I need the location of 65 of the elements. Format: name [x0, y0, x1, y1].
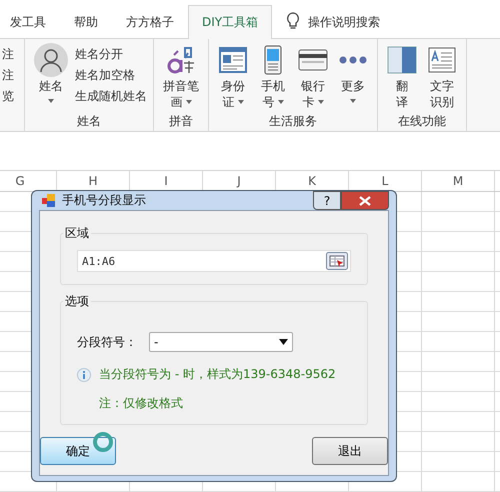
ribbon-button-label: 卡: [302, 94, 314, 110]
ribbon-button-label: 号: [262, 94, 274, 110]
tell-me-search[interactable]: 操作说明搜索: [308, 6, 380, 38]
dialog-button[interactable]: 退出: [312, 437, 388, 465]
translate-icon: [387, 46, 417, 74]
ribbon-item[interactable]: 姓名分开: [75, 45, 147, 63]
close-button[interactable]: [341, 191, 389, 210]
info-icon: [77, 368, 91, 382]
ribbon-button[interactable]: 翻 译: [384, 43, 420, 113]
person-icon: [34, 43, 68, 77]
ribbon-button[interactable]: 姓名: [31, 43, 71, 113]
ribbon-button[interactable]: 拼音笔 画: [160, 43, 202, 113]
ribbon-button-label: 译: [396, 94, 408, 110]
ribbon-button[interactable]: 身份 证: [215, 43, 251, 113]
dialog-title: 手机号分段显示: [62, 192, 146, 209]
ribbon-item[interactable]: 注: [2, 45, 14, 63]
lightbulb-icon: [286, 12, 300, 30]
group-label: 生活服务: [268, 113, 318, 130]
ribbon-button-label: 身份: [221, 78, 245, 94]
close-icon: [359, 196, 371, 206]
ribbon-button-label: 更多: [341, 78, 365, 94]
group-label: 拼音: [168, 113, 194, 130]
group-label: 姓名: [76, 113, 102, 130]
ribbon-button-label: 证: [222, 94, 234, 110]
ribbon-item[interactable]: 生成随机姓名: [75, 87, 147, 105]
ribbon-item[interactable]: 览: [2, 87, 14, 105]
ribbon-tab[interactable]: DIY工具箱: [188, 5, 272, 39]
note-text: 注：仅修改格式: [99, 395, 184, 412]
id-card-icon: [219, 47, 247, 73]
ribbon-tab[interactable]: 发工具: [0, 5, 60, 38]
ribbon-button-label: 画: [170, 94, 182, 110]
ribbon-item[interactable]: 注: [2, 66, 14, 84]
ribbon-button-label: 姓名: [39, 78, 63, 94]
caret-icon: [279, 339, 288, 345]
ribbon-button-label: 拼音笔: [163, 78, 199, 94]
ribbon-item[interactable]: 姓名加空格: [75, 66, 147, 84]
ribbon-button-label: 手机: [261, 78, 285, 94]
group-label: 在线功能: [397, 113, 447, 130]
separator-dropdown[interactable]: -: [149, 332, 293, 352]
ribbon-tab[interactable]: 帮助: [60, 5, 112, 38]
busy-cursor-icon: [92, 431, 114, 453]
document-text-icon: [428, 47, 456, 73]
range-picker-icon[interactable]: [326, 252, 348, 270]
ribbon-button-label: 识别: [430, 94, 454, 110]
info-text: 当分段符号为 - 时，样式为139-6348-9562: [99, 366, 336, 383]
ribbon-tab[interactable]: 方方格子: [112, 5, 188, 38]
ribbon-button[interactable]: 银行 卡: [295, 43, 331, 113]
app-icon: [42, 194, 56, 208]
dialog-button[interactable]: 确定: [40, 437, 116, 465]
mobile-phone-icon: [264, 45, 282, 75]
bank-card-icon: [298, 49, 328, 71]
ribbon-button[interactable]: 手机 号: [255, 43, 291, 113]
more-icon: [339, 56, 367, 64]
group-box-title: 区域: [64, 225, 90, 242]
group-box-title: 选项: [64, 293, 90, 310]
ribbon-button[interactable]: 更多: [335, 43, 371, 113]
range-input-field[interactable]: A1:A6: [77, 250, 351, 272]
column-header[interactable]: M: [422, 171, 495, 191]
ribbon-button[interactable]: 文字 识别: [424, 43, 460, 113]
pinyin-icon: [166, 45, 196, 75]
help-button[interactable]: ?: [313, 191, 341, 210]
ribbon-button-label: 文字: [430, 78, 454, 94]
ribbon-button-label: 银行: [301, 78, 325, 94]
ribbon-button-label: 翻: [396, 78, 408, 94]
field-label: 分段符号：: [77, 334, 137, 350]
